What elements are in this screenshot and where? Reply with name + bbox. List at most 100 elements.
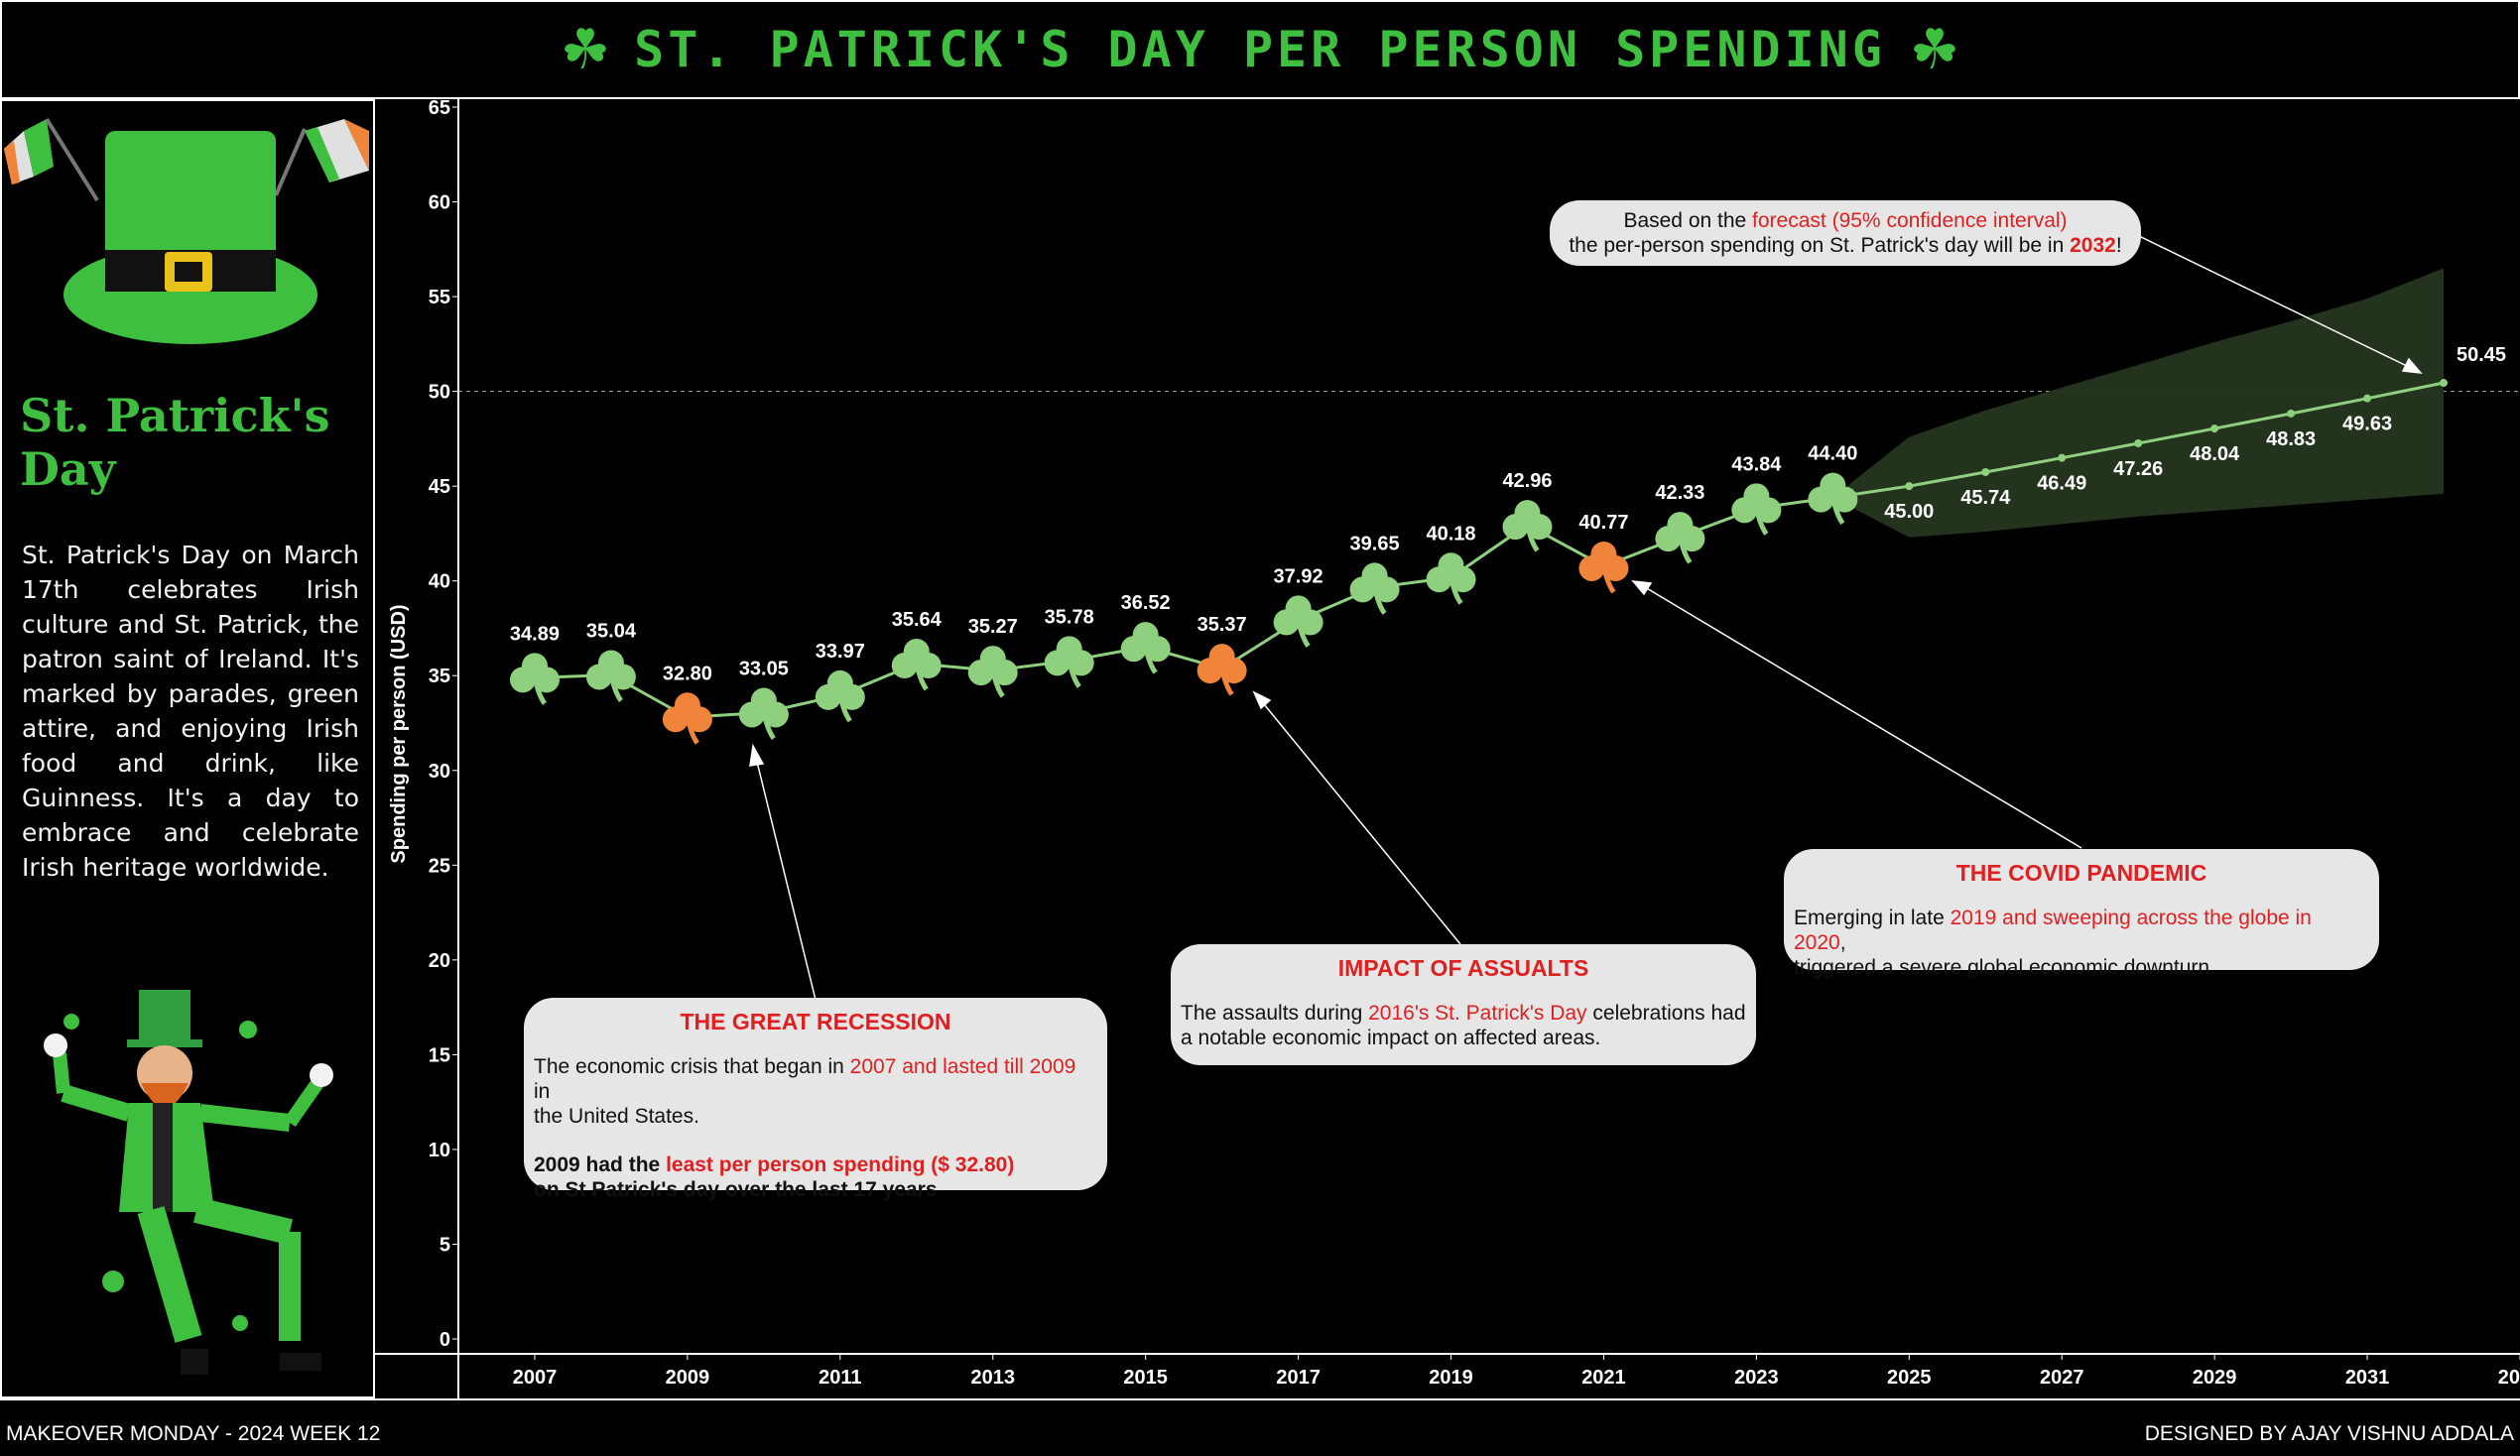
y-tick-label: 45: [429, 476, 450, 498]
forecast-point: [2363, 394, 2372, 403]
callout-highlight: 2032: [2070, 234, 2116, 257]
shamrock-point: [1044, 636, 1094, 688]
shamrock-point: [662, 692, 712, 745]
forecast-callout: Based on the forecast (95% confidence in…: [1550, 200, 2141, 266]
data-label: 45.74: [1960, 487, 2011, 509]
callout-title: THE GREAT RECESSION: [680, 1009, 951, 1034]
x-tick-label: 2017: [1276, 1367, 1321, 1389]
y-tick-label: 60: [429, 192, 450, 214]
callout-highlight: forecast (95% confidence interval): [1752, 209, 2068, 232]
assaults-callout: IMPACT OF ASSUALTS The assaults during 2…: [1171, 944, 1756, 1065]
shamrock-point: [1349, 562, 1400, 615]
callout-text: !: [2115, 234, 2122, 257]
shamrock-icon: ☘: [560, 18, 611, 80]
callout-text: triggered a severe global economic downt…: [1794, 956, 2215, 979]
shamrock-point: [967, 646, 1018, 698]
callout-highlight: 2016's St. Patrick's Day: [1368, 1002, 1587, 1025]
footer-credit-right: DESIGNED BY AJAY VISHNU ADDALA: [2144, 1422, 2514, 1445]
x-tick-label: 2027: [2040, 1367, 2084, 1389]
sidebar-description: St. Patrick's Day on March 17th celebrat…: [22, 541, 359, 882]
data-label: 42.96: [1502, 470, 1552, 492]
shamrock-point: [891, 639, 942, 691]
sidebar-logo-text: St. Patrick's Day: [20, 389, 330, 496]
data-label: 44.40: [1808, 443, 1857, 465]
callout-title: THE COVID PANDEMIC: [1955, 860, 2207, 886]
x-tick-label: 2025: [1887, 1367, 1932, 1389]
x-tick-label: 2015: [1123, 1367, 1168, 1389]
x-tick-label: 2019: [1429, 1367, 1473, 1389]
y-tick-label: 15: [429, 1044, 450, 1066]
shamrock-point: [1197, 644, 1247, 696]
callout-text: a notable economic impact on affected ar…: [1181, 1027, 1601, 1049]
y-tick-label: 65: [429, 99, 450, 119]
x-tick-label: 2011: [819, 1367, 861, 1389]
recession-callout: THE GREAT RECESSION The economic crisis …: [524, 998, 1107, 1201]
x-tick-label: 2013: [970, 1367, 1015, 1389]
data-label: 35.37: [1197, 614, 1247, 636]
data-label: 37.92: [1274, 565, 1323, 587]
y-axis-label: Spending per person (USD): [388, 604, 410, 863]
data-label: 40.18: [1426, 523, 1475, 545]
chart-panel: Spending per person (USD) 0 5 10 15 20 25 30 35…: [375, 97, 2520, 1398]
y-tick-label: 35: [429, 666, 450, 687]
callout-text: the per-person spending on St. Patrick's…: [1569, 234, 2071, 257]
y-tick-label: 50: [429, 382, 450, 404]
callout-text: ,: [1839, 931, 1846, 954]
data-label: 36.52: [1121, 592, 1171, 614]
shamrock-point: [738, 687, 789, 740]
data-label: 35.27: [968, 616, 1018, 638]
header-bar: ☘ ST. PATRICK'S DAY PER PERSON SPENDING …: [0, 0, 2520, 99]
shamrock-point: [1273, 595, 1323, 648]
page-title: ST. PATRICK'S DAY PER PERSON SPENDING: [634, 21, 1886, 78]
y-tick-label: 20: [429, 950, 450, 972]
forecast-point: [2440, 379, 2449, 388]
callout-highlight: 2007 and lasted till 2009: [849, 1055, 1076, 1078]
shamrock-point: [1655, 512, 1705, 564]
irish-flag-right-icon: [274, 119, 369, 196]
y-tick-label: 30: [429, 761, 450, 783]
y-tick-label: 5: [440, 1234, 450, 1256]
shamrock-point: [1426, 552, 1476, 605]
shamrock-point: [509, 653, 560, 705]
shamrock-icon: ☘: [1909, 18, 1960, 80]
x-tick-label: 2033: [2498, 1367, 2520, 1389]
y-tick-label: 40: [429, 571, 450, 593]
data-label: 35.04: [586, 620, 637, 642]
data-label: 48.83: [2266, 428, 2316, 450]
callout-title: IMPACT OF ASSUALTS: [1337, 955, 1589, 981]
y-tick-label: 10: [429, 1140, 450, 1161]
irish-flag-left-icon: [4, 117, 99, 202]
y-tick-label: 25: [429, 855, 450, 877]
callout-text: in: [534, 1080, 551, 1103]
forecast-point: [2287, 409, 2296, 418]
callout-text: The economic crisis that began in: [534, 1055, 850, 1078]
leprechaun-icon: [44, 990, 333, 1375]
series-line: [534, 496, 1833, 719]
data-label: 33.05: [739, 658, 789, 679]
forecast-point: [2058, 453, 2067, 462]
line-chart: Spending per person (USD) 05101520253035…: [375, 97, 2520, 1398]
x-tick-label: 2007: [513, 1367, 558, 1389]
data-label: 46.49: [2037, 473, 2086, 495]
x-tick-label: 2021: [1581, 1367, 1626, 1389]
shamrock-point: [815, 669, 865, 723]
callout-text: 2009 had the: [534, 1153, 667, 1176]
callout-text: Emerging in late: [1794, 907, 1951, 929]
data-label: 43.84: [1731, 453, 1782, 475]
sidebar: St. Patrick's Day St. Patrick's Day on M…: [0, 99, 375, 1398]
shamrock-point: [1578, 541, 1629, 594]
callout-highlight: least per person spending ($ 32.80): [666, 1153, 1015, 1176]
data-label: 32.80: [663, 663, 712, 684]
callout-text: on St Patrick's day over the last 17 yea…: [534, 1178, 938, 1201]
callout-text: celebrations had: [1586, 1002, 1746, 1025]
shamrock-point: [585, 650, 636, 702]
data-label: 45.00: [1884, 501, 1934, 523]
data-label: 39.65: [1350, 533, 1400, 554]
y-tick-label: 55: [429, 287, 450, 308]
data-label: 35.78: [1045, 606, 1094, 628]
shamrock-point: [1502, 500, 1553, 552]
data-label: 42.33: [1655, 482, 1704, 504]
x-tick-label: 2009: [666, 1367, 710, 1389]
data-label: 40.77: [1578, 512, 1628, 534]
shamrock-point: [1808, 472, 1858, 526]
